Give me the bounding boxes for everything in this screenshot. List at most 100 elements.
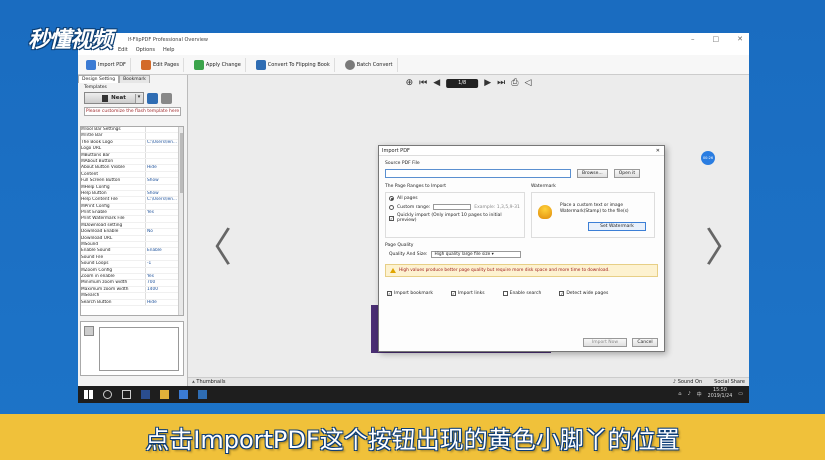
quickly-import-option[interactable]: ✓ Quickly import (Only import 10 pages t… [389, 213, 521, 223]
import-pdf-button[interactable]: Import PDF [82, 57, 131, 72]
quality-select[interactable]: High quality large file size ▾ [431, 251, 522, 258]
windows-start-icon[interactable] [84, 390, 93, 399]
zoom-in-icon[interactable]: ⊕ [406, 78, 414, 88]
tree-row-key: Help Button [81, 190, 107, 196]
tree-row-key: Print Watermark File [81, 216, 125, 222]
open-it-button[interactable]: Open it [613, 169, 641, 178]
detect-wide-option[interactable]: ✓ Detect wide pages [559, 291, 608, 296]
convert-label: Convert To Flipping Book [267, 61, 330, 68]
source-pdf-input[interactable] [385, 169, 571, 178]
quickly-import-checkbox[interactable]: ✓ [389, 215, 394, 221]
app-taskbar-icon-1[interactable] [141, 390, 150, 399]
social-share-button[interactable]: Social Share [714, 379, 745, 385]
watermark-label: Watermark [531, 184, 556, 189]
tree-row-key: Logo URL [81, 146, 102, 152]
page-ranges-box: All pages Custom range: Example: 1,3,5,9… [385, 192, 525, 238]
tree-row-key: ⊟About Button [81, 158, 114, 164]
detect-wide-checkbox[interactable]: ✓ [559, 291, 565, 296]
tab-bookmark[interactable]: Bookmark [119, 75, 150, 83]
tree-scrollbar[interactable] [178, 127, 183, 315]
menu-options[interactable]: Options [136, 47, 155, 55]
prev-arrow-icon[interactable]: 〈 [192, 215, 232, 273]
source-row: Browse... Open it [385, 169, 658, 178]
template-name: Neat [111, 95, 126, 101]
all-pages-radio[interactable] [389, 196, 394, 201]
tree-row-key: ⊟Title Bar [81, 133, 103, 139]
tree-row-key: Sound File [81, 254, 104, 260]
range-example: Example: 1,3,5,9-31 [474, 204, 520, 210]
quality-size-label: Quality And Size: [389, 252, 428, 257]
first-page-icon[interactable]: ⏮ [419, 78, 427, 88]
all-pages-option[interactable]: All pages [389, 196, 521, 201]
chevron-down-icon[interactable]: ▾ [135, 94, 142, 103]
custom-range-radio[interactable] [389, 204, 394, 210]
input-language[interactable]: 中 [697, 391, 702, 398]
import-links-checkbox[interactable]: ✓ [450, 291, 456, 296]
apply-change-button[interactable]: Apply Change [190, 57, 246, 72]
customize-template-hint[interactable]: Please customize the flash template here [84, 107, 181, 116]
document-icon [84, 326, 94, 336]
set-watermark-button[interactable]: Set Watermark [588, 222, 646, 231]
save-template-icon[interactable] [147, 92, 158, 104]
browse-button[interactable]: Browse... [577, 169, 608, 178]
import-links-option[interactable]: ✓ Import links [450, 291, 485, 296]
flippdf-taskbar-icon[interactable] [198, 390, 207, 399]
enable-search-checkbox[interactable] [502, 291, 508, 296]
quality-value: High quality large file size [434, 252, 491, 257]
tree-row-key: ⊟Search [81, 293, 100, 299]
last-page-icon[interactable]: ⏭ [497, 78, 505, 88]
close-icon[interactable]: ✕ [737, 35, 743, 43]
tree-row[interactable]: Search Button Hide [81, 299, 183, 306]
import-options-row: ✓ Import bookmark ✓ Import links Enable se… [385, 291, 658, 296]
volume-icon[interactable]: ♪ [687, 391, 690, 397]
tree-row-key: Print Enable [81, 210, 107, 216]
thumbnails-button[interactable]: ⩓ Thumbnails [192, 379, 225, 385]
next-arrow-icon[interactable]: 〉 [705, 215, 745, 273]
import-bookmark-checkbox[interactable]: ✓ [387, 291, 392, 296]
left-tabs: Design Setting Bookmark [78, 75, 187, 83]
custom-range-input[interactable] [433, 204, 472, 210]
main-toolbar: Import PDF Edit Pages Apply Change Conve… [78, 55, 749, 75]
detect-wide-label: Detect wide pages [566, 291, 609, 296]
tree-row-key: Content [81, 171, 99, 177]
next-page-icon[interactable]: ▶ [484, 78, 491, 88]
watermark-description: Place a custom text or image Watermark(S… [560, 203, 629, 214]
task-view-icon[interactable] [122, 390, 131, 399]
template-select[interactable]: Neat ▾ [84, 92, 144, 104]
yellow-footprint-icon [538, 205, 552, 219]
network-icon[interactable]: ⌂ [678, 391, 681, 397]
enable-search-option[interactable]: Enable search [502, 291, 541, 296]
import-links-label: Import links [457, 291, 485, 296]
folder-icon[interactable] [160, 390, 169, 399]
template-row: Neat ▾ [78, 92, 187, 104]
sound-on-button[interactable]: ♪ Sound On [673, 379, 702, 385]
sound-icon[interactable]: ◁ [524, 78, 531, 88]
cancel-button[interactable]: Cancel [632, 338, 658, 347]
notification-icon[interactable]: ▭ [738, 391, 743, 397]
maximize-icon[interactable]: □ [713, 35, 720, 43]
clock[interactable]: 15:50 2019/1/24 [708, 388, 733, 400]
tree-row-key: Minimum zoom width [81, 280, 128, 286]
dialog-close-icon[interactable]: ✕ [656, 148, 660, 154]
template-preview [80, 321, 184, 376]
edit-pages-button[interactable]: Edit Pages [137, 57, 184, 72]
warning-text: High values produce better page quality … [399, 268, 610, 273]
menu-edit[interactable]: Edit [118, 47, 128, 55]
page-indicator[interactable]: 1/8 [446, 78, 479, 88]
prev-page-icon[interactable]: ◀ [433, 78, 440, 88]
import-now-button[interactable]: Import Now [583, 338, 627, 347]
print-icon[interactable]: ⎙ [511, 78, 518, 88]
book-viewer: ⊕ ⏮ ◀ 1/8 ▶ ⏭ ⎙ ◁ 〈 〉 00:26 Create your … [188, 75, 749, 386]
custom-range-option[interactable]: Custom range: Example: 1,3,5,9-31 [389, 204, 521, 210]
search-icon[interactable] [103, 390, 112, 399]
tab-design-setting[interactable]: Design Setting [78, 75, 120, 83]
app-taskbar-icon-2[interactable] [179, 390, 188, 399]
import-bookmark-option[interactable]: ✓ Import bookmark [387, 291, 433, 296]
convert-button[interactable]: Convert To Flipping Book [252, 57, 335, 72]
batch-convert-button[interactable]: Batch Convert [341, 57, 398, 72]
menu-help[interactable]: Help [163, 47, 174, 55]
minimize-icon[interactable]: – [691, 35, 695, 43]
apply-change-label: Apply Change [205, 61, 241, 68]
sound-on-label: Sound On [677, 379, 703, 385]
template-settings-icon[interactable] [161, 92, 172, 104]
